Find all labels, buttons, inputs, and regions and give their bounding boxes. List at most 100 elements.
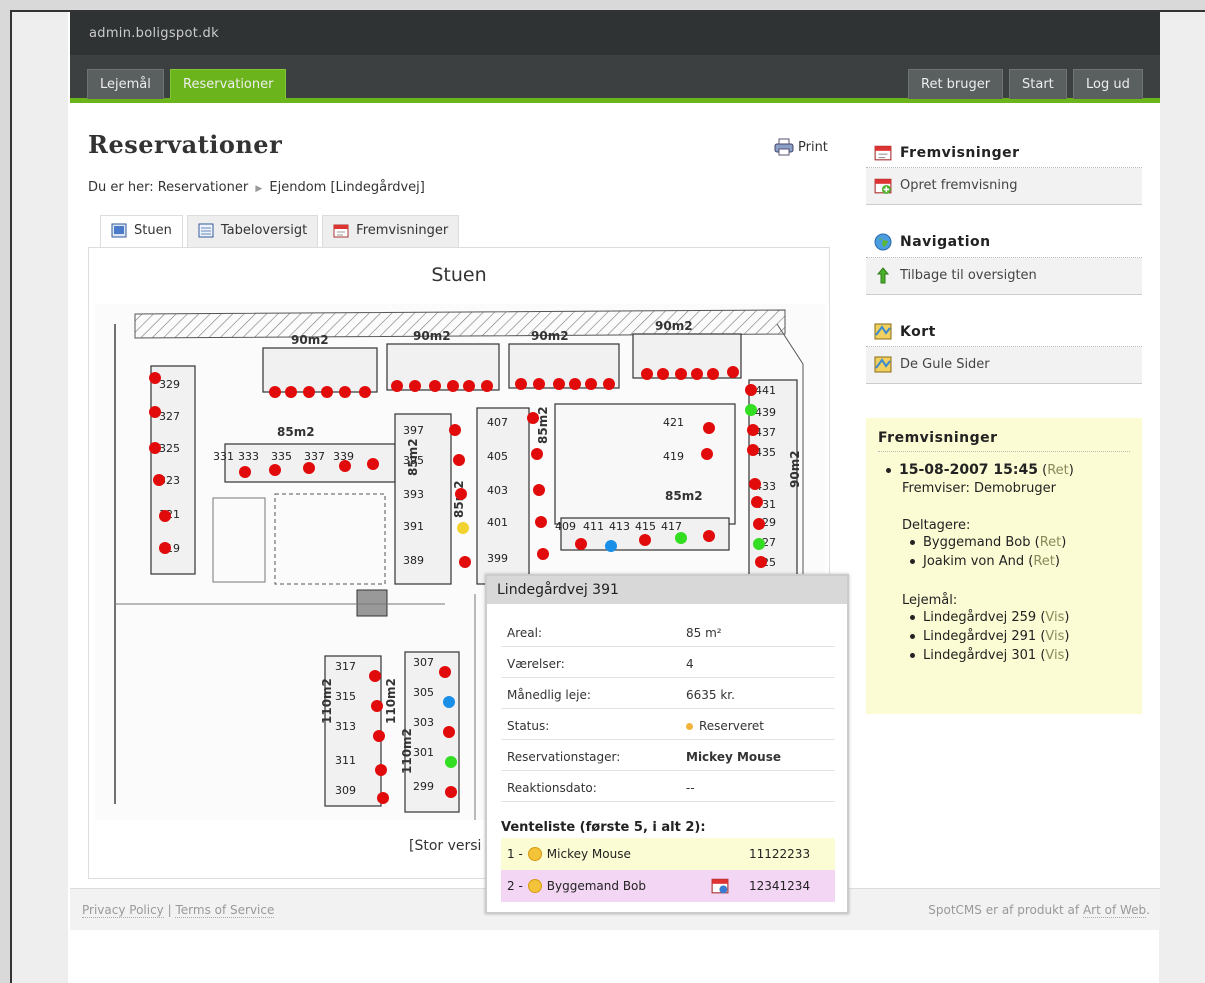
ret-bruger-button[interactable]: Ret bruger [908, 69, 1004, 99]
unit-status-dot-red[interactable] [159, 510, 171, 522]
unit-status-dot-red[interactable] [747, 424, 759, 436]
unit-status-dot-red[interactable] [727, 366, 739, 378]
unit-status-dot-red[interactable] [149, 372, 161, 384]
unit-status-dot-green[interactable] [753, 538, 765, 550]
unit-status-dot-red[interactable] [703, 530, 715, 542]
unit-status-dot-red[interactable] [367, 458, 379, 470]
unit-status-dot-red[interactable] [443, 726, 455, 738]
tilbage-link[interactable]: Tilbage til oversigten [866, 258, 1142, 295]
unit-status-dot-red[interactable] [369, 670, 381, 682]
breadcrumb-item-reservationer[interactable]: Reservationer [158, 180, 248, 195]
showings-title: Fremvisninger [878, 430, 1130, 452]
unit-status-dot-red[interactable] [531, 448, 543, 460]
deltager-ret-link[interactable]: Ret [1033, 554, 1055, 569]
unit-status-dot-red[interactable] [537, 548, 549, 560]
unit-status-dot-red[interactable] [691, 368, 703, 380]
unit-status-dot-red[interactable] [657, 368, 669, 380]
tab-tabeloversigt[interactable]: Tabeloversigt [186, 215, 319, 247]
unit-status-dot-red[interactable] [533, 378, 545, 390]
unit-status-dot-red[interactable] [439, 666, 451, 678]
art-of-web-link[interactable]: Art of Web [1082, 903, 1147, 918]
unit-status-dot-red[interactable] [749, 478, 761, 490]
unit-status-dot-red[interactable] [149, 442, 161, 454]
unit-status-dot-red[interactable] [159, 542, 171, 554]
unit-status-dot-red[interactable] [603, 378, 615, 390]
log-ud-button[interactable]: Log ud [1073, 69, 1143, 99]
nav-tab-reservationer[interactable]: Reservationer [170, 69, 287, 99]
unit-status-dot-red[interactable] [285, 386, 297, 398]
terms-link[interactable]: Terms of Service [175, 903, 275, 918]
calendar-icon[interactable] [711, 877, 729, 894]
unit-status-dot-yellow[interactable] [457, 522, 469, 534]
unit-status-dot-red[interactable] [459, 556, 471, 568]
lejemaal-vis-link[interactable]: Vis [1045, 629, 1064, 644]
lejemaal-vis-link[interactable]: Vis [1045, 610, 1064, 625]
unit-status-dot-green[interactable] [445, 756, 457, 768]
list-item: Lindegårdvej 259 (Vis) [910, 608, 1130, 627]
unit-status-dot-red[interactable] [339, 386, 351, 398]
print-button[interactable]: Print [774, 138, 828, 156]
waitlist-row[interactable]: 1 - Mickey Mouse 11122233 [501, 838, 835, 870]
unit-status-dot-red[interactable] [703, 422, 715, 434]
unit-status-dot-red[interactable] [641, 368, 653, 380]
unit-status-dot-red[interactable] [453, 454, 465, 466]
unit-status-dot-red[interactable] [455, 488, 467, 500]
unit-status-dot-red[interactable] [321, 386, 333, 398]
unit-status-dot-red[interactable] [149, 406, 161, 418]
unit-status-dot-red[interactable] [745, 384, 757, 396]
start-button[interactable]: Start [1009, 69, 1067, 99]
unit-status-dot-red[interactable] [527, 412, 539, 424]
unit-status-dot-blue[interactable] [605, 540, 617, 552]
unit-status-dot-red[interactable] [639, 534, 651, 546]
deltager-ret-link[interactable]: Ret [1040, 535, 1062, 550]
unit-status-dot-red[interactable] [377, 792, 389, 804]
tab-fremvisninger[interactable]: Fremvisninger [322, 215, 460, 247]
unit-status-dot-green[interactable] [745, 404, 757, 416]
unit-status-dot-red[interactable] [675, 368, 687, 380]
unit-status-dot-red[interactable] [409, 380, 421, 392]
unit-status-dot-red[interactable] [535, 516, 547, 528]
unit-status-dot-red[interactable] [449, 424, 461, 436]
unit-status-dot-red[interactable] [239, 466, 251, 478]
unit-status-dot-red[interactable] [747, 444, 759, 456]
breadcrumb-item-ejendom[interactable]: Ejendom [Lindegårdvej] [269, 180, 424, 195]
unit-status-dot-red[interactable] [429, 380, 441, 392]
opret-fremvisning-link[interactable]: Opret fremvisning [866, 168, 1142, 205]
unit-status-dot-red[interactable] [751, 496, 763, 508]
unit-status-dot-red[interactable] [701, 448, 713, 460]
tab-stuen[interactable]: Stuen [100, 215, 183, 247]
privacy-policy-link[interactable]: Privacy Policy [82, 903, 164, 918]
unit-status-dot-red[interactable] [755, 556, 767, 568]
unit-status-dot-red[interactable] [359, 386, 371, 398]
unit-status-dot-red[interactable] [153, 474, 165, 486]
large-version-link[interactable]: [Stor versi [409, 838, 481, 854]
unit-status-dot-red[interactable] [585, 378, 597, 390]
unit-status-dot-red[interactable] [481, 380, 493, 392]
unit-status-dot-red[interactable] [371, 700, 383, 712]
nav-tab-lejemaal[interactable]: Lejemål [87, 69, 164, 99]
unit-status-dot-red[interactable] [553, 378, 565, 390]
unit-status-dot-red[interactable] [447, 380, 459, 392]
unit-status-dot-red[interactable] [303, 462, 315, 474]
showing-ret-link[interactable]: Ret [1047, 463, 1069, 478]
lejemaal-vis-link[interactable]: Vis [1045, 648, 1064, 663]
unit-status-dot-red[interactable] [575, 538, 587, 550]
unit-status-dot-red[interactable] [463, 380, 475, 392]
unit-status-dot-red[interactable] [515, 378, 527, 390]
unit-status-dot-red[interactable] [707, 368, 719, 380]
unit-status-dot-red[interactable] [339, 460, 351, 472]
unit-status-dot-red[interactable] [373, 730, 385, 742]
de-gule-sider-link[interactable]: De Gule Sider [866, 347, 1142, 384]
unit-status-dot-red[interactable] [753, 518, 765, 530]
unit-status-dot-red[interactable] [303, 386, 315, 398]
waitlist-row[interactable]: 2 - Byggemand Bob 12341234 [501, 870, 835, 902]
unit-status-dot-blue[interactable] [443, 696, 455, 708]
unit-status-dot-red[interactable] [269, 464, 281, 476]
unit-status-dot-red[interactable] [375, 764, 387, 776]
unit-status-dot-red[interactable] [533, 484, 545, 496]
unit-status-dot-red[interactable] [445, 786, 457, 798]
unit-status-dot-red[interactable] [569, 378, 581, 390]
unit-status-dot-red[interactable] [391, 380, 403, 392]
unit-status-dot-green[interactable] [675, 532, 687, 544]
unit-status-dot-red[interactable] [269, 386, 281, 398]
